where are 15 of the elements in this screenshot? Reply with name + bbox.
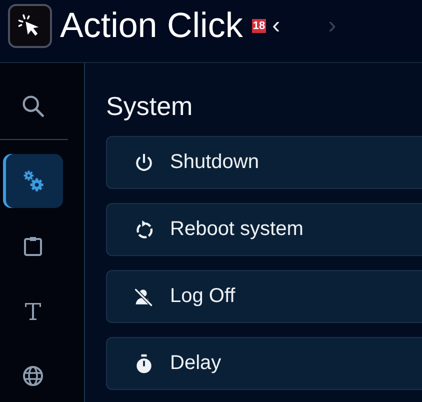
clipboard-icon: [21, 234, 45, 258]
action-button[interactable]: Log Off: [106, 270, 422, 323]
user-slash-icon: [133, 286, 155, 308]
action-button[interactable]: Shutdown: [106, 136, 422, 189]
age-badge: 18: [252, 19, 266, 33]
action-button[interactable]: Delay: [106, 337, 422, 390]
back-button[interactable]: ‹: [268, 14, 284, 38]
power-icon: [133, 152, 155, 174]
search-icon: [20, 93, 46, 119]
sidebar-item[interactable]: [3, 154, 63, 208]
app-logo-icon: [8, 4, 52, 48]
app-title: Action Click: [60, 6, 243, 46]
section-title: System: [106, 91, 194, 122]
action-button[interactable]: Reboot system: [106, 203, 422, 256]
globe-icon: [21, 364, 45, 388]
